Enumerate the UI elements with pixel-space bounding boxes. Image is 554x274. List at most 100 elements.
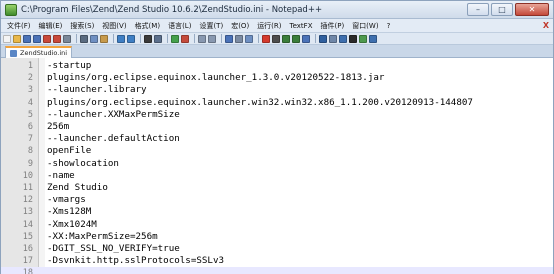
menu-file[interactable]: 文件(F)	[3, 21, 35, 31]
line-text: --launcher.XXMaxPermSize	[47, 108, 180, 120]
menu-run[interactable]: 运行(R)	[253, 21, 285, 31]
line-text: --launcher.defaultAction	[47, 133, 180, 145]
sync-h-icon[interactable]	[208, 34, 216, 43]
toolbar-separator	[113, 34, 114, 43]
editor-line[interactable]: 16 -DGIT_SSL_NO_VERIFY=true	[1, 243, 553, 255]
copy-icon[interactable]	[90, 34, 98, 43]
editor-line[interactable]: 4 plugins/org.eclipse.equinox.launcher.wi…	[1, 97, 553, 109]
editor-line[interactable]: 5 --launcher.XXMaxPermSize	[1, 109, 553, 121]
line-number: 15	[22, 231, 33, 242]
editor-line[interactable]: 7 --launcher.defaultAction	[1, 133, 553, 145]
line-number: 17	[22, 256, 33, 267]
editor-line[interactable]: 15 -XX:MaxPermSize=256m	[1, 231, 553, 243]
folder-icon[interactable]	[359, 34, 367, 43]
line-number: 9	[27, 158, 33, 169]
toolbar-separator	[221, 34, 222, 43]
cut-icon[interactable]	[80, 34, 88, 43]
play-macro-icon[interactable]	[282, 34, 290, 43]
menu-format[interactable]: 格式(M)	[131, 21, 165, 31]
editor-line[interactable]: 11 Zend Studio	[1, 182, 553, 194]
menu-window[interactable]: 窗口(W)	[348, 21, 382, 31]
line-number: 13	[22, 207, 33, 218]
editor-line[interactable]: 1 -startup	[1, 60, 553, 72]
line-text: -startup	[47, 60, 92, 71]
save-icon[interactable]	[23, 34, 31, 43]
notepadpp-window: C:\Program Files\Zend\Zend Studio 10.6.2…	[0, 0, 554, 274]
editor-line[interactable]: 18	[1, 267, 553, 274]
menu-textfx[interactable]: TextFX	[286, 22, 317, 30]
minimize-button[interactable]: –	[467, 3, 489, 16]
line-number: 14	[22, 219, 33, 230]
sync-v-icon[interactable]	[198, 34, 206, 43]
line-text: Zend Studio	[47, 182, 108, 193]
menu-view[interactable]: 视图(V)	[98, 21, 130, 31]
title-bar[interactable]: C:\Program Files\Zend\Zend Studio 10.6.2…	[1, 1, 553, 19]
line-number: 6	[27, 122, 33, 132]
editor-line[interactable]: 3 --launcher.library	[1, 84, 553, 96]
line-number: 4	[27, 97, 33, 108]
line-text: -Dsvnkit.http.sslProtocols=SSLv3	[47, 255, 225, 267]
record-macro-icon[interactable]	[262, 34, 270, 43]
editor-line[interactable]: 6 256m	[1, 121, 553, 133]
word-wrap-icon[interactable]	[225, 34, 233, 43]
saved-file-icon	[10, 49, 17, 57]
window-title: C:\Program Files\Zend\Zend Studio 10.6.2…	[21, 5, 323, 15]
editor-line[interactable]: 14 -Xmx1024M	[1, 219, 553, 231]
toolbar-separator	[140, 34, 141, 43]
line-text: -vmargs	[47, 194, 86, 206]
editor-line[interactable]: 13 -Xms128M	[1, 206, 553, 218]
zoom-in-icon[interactable]	[171, 34, 179, 43]
editor-line[interactable]: 10 -name	[1, 170, 553, 182]
menu-bar: 文件(F) 编辑(E) 搜索(S) 视图(V) 格式(M) 语言(L) 设置(T…	[1, 19, 553, 33]
line-text: -name	[47, 169, 75, 181]
menu-language[interactable]: 语言(L)	[164, 21, 195, 31]
function-list-icon[interactable]	[339, 34, 347, 43]
open-file-icon[interactable]	[13, 34, 21, 43]
list-icon[interactable]	[319, 34, 327, 43]
indent-guide-icon[interactable]	[245, 34, 253, 43]
run-macro-icon[interactable]	[292, 34, 300, 43]
editor-line[interactable]: 12 -vmargs	[1, 194, 553, 206]
editor-line[interactable]: 8 openFile	[1, 145, 553, 157]
close-window-button[interactable]: ✕	[515, 3, 549, 16]
save-macro-icon[interactable]	[302, 34, 310, 43]
menu-edit[interactable]: 编辑(E)	[35, 21, 67, 31]
print-icon[interactable]	[63, 34, 71, 43]
maximize-button[interactable]: □	[491, 3, 513, 16]
editor-line[interactable]: 9 -showlocation	[1, 158, 553, 170]
monitor-icon[interactable]	[349, 34, 357, 43]
doc-map-icon[interactable]	[329, 34, 337, 43]
find-icon[interactable]	[144, 34, 152, 43]
stop-macro-icon[interactable]	[272, 34, 280, 43]
toolbar-separator	[315, 34, 316, 43]
undo-icon[interactable]	[117, 34, 125, 43]
replace-icon[interactable]	[154, 34, 162, 43]
menu-settings[interactable]: 设置(T)	[195, 21, 227, 31]
tab-label: ZendStudio.ini	[20, 49, 68, 57]
close-document-button[interactable]: X	[543, 21, 549, 30]
new-file-icon[interactable]	[3, 34, 11, 43]
line-text: -Xms128M	[47, 206, 92, 218]
close-file-icon[interactable]	[43, 34, 51, 43]
line-number: 12	[22, 195, 33, 206]
toolbar-separator	[258, 34, 259, 43]
menu-help[interactable]: ?	[383, 22, 395, 30]
save-all-icon[interactable]	[33, 34, 41, 43]
zoom-out-icon[interactable]	[181, 34, 189, 43]
panel-icon[interactable]	[369, 34, 377, 43]
editor-line[interactable]: 17 -Dsvnkit.http.sslProtocols=SSLv3	[1, 255, 553, 267]
paste-icon[interactable]	[100, 34, 108, 43]
editor-area[interactable]: 1 -startup 2 plugins/org.eclipse.equinox.la…	[1, 58, 553, 274]
line-number: 2	[27, 73, 33, 84]
line-number: 5	[27, 109, 33, 120]
redo-icon[interactable]	[127, 34, 135, 43]
close-all-icon[interactable]	[53, 34, 61, 43]
menu-search[interactable]: 搜索(S)	[66, 21, 98, 31]
tab-zendstudio-ini[interactable]: ZendStudio.ini	[5, 46, 73, 58]
menu-plugins[interactable]: 插件(P)	[317, 21, 349, 31]
menu-macro[interactable]: 宏(O)	[227, 21, 253, 31]
line-text: -DGIT_SSL_NO_VERIFY=true	[47, 243, 180, 254]
all-chars-icon[interactable]	[235, 34, 243, 43]
line-number: 1	[27, 61, 33, 71]
editor-line[interactable]: 2 plugins/org.eclipse.equinox.launcher_1.…	[1, 72, 553, 84]
